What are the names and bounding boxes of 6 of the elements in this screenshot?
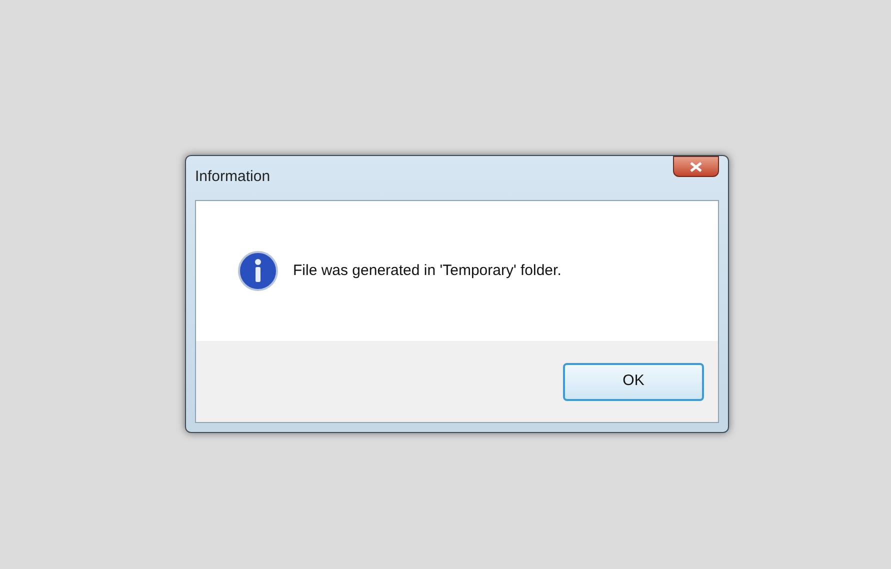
- window-title: Information: [195, 167, 270, 187]
- close-button[interactable]: [673, 156, 719, 177]
- message-text: File was generated in 'Temporary' folder.: [293, 260, 562, 281]
- info-icon: [238, 251, 278, 291]
- close-icon: [690, 162, 702, 172]
- ok-button[interactable]: OK: [563, 362, 704, 400]
